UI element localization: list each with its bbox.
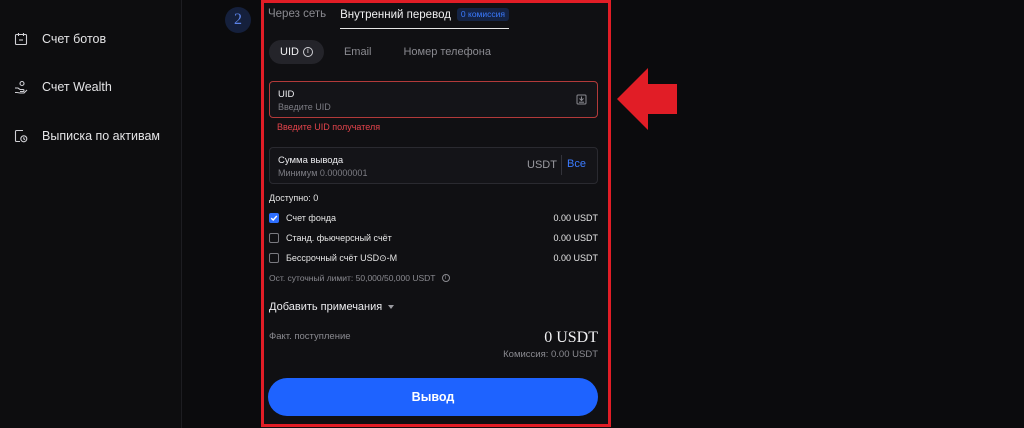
sidebar-item-label: Счет ботов xyxy=(42,32,107,46)
tab-uid-label: UID xyxy=(280,46,299,58)
tab-uid[interactable]: UID i xyxy=(269,40,324,64)
actual-receipt-value: 0 USDT xyxy=(544,329,598,346)
statement-clock-icon xyxy=(14,129,28,143)
account-amount: 0.00 USDT xyxy=(553,233,598,243)
tab-internal-transfer[interactable]: Внутренний перевод 0 комиссия xyxy=(340,8,509,29)
sidebar-item-asset-statement[interactable]: Выписка по активам xyxy=(14,125,160,147)
available-balance: Доступно: 0 xyxy=(269,193,319,203)
recipient-type-tabs: UID i Email Номер телефона xyxy=(269,40,511,64)
uid-error-message: Введите UID получателя xyxy=(277,122,381,132)
account-name: Станд. фьючерсный счёт xyxy=(286,233,392,243)
uid-field: UID xyxy=(269,81,598,118)
account-row-funding[interactable]: Счет фонда 0.00 USDT xyxy=(269,212,598,224)
sidebar-item-label: Выписка по активам xyxy=(42,129,160,143)
checkbox[interactable] xyxy=(269,233,279,243)
checkbox[interactable] xyxy=(269,253,279,263)
red-arrow-icon xyxy=(617,68,677,130)
amount-input[interactable] xyxy=(278,167,508,179)
tab-via-network[interactable]: Через сеть xyxy=(268,8,326,27)
info-icon[interactable]: i xyxy=(441,274,450,282)
calendar-bot-icon xyxy=(14,33,28,46)
step-number: 2 xyxy=(225,7,251,33)
checkbox-checked[interactable] xyxy=(269,213,279,223)
sidebar: Счет ботов Счет Wealth Выписка по актива… xyxy=(0,0,182,428)
account-name: Бессрочный счёт USD⊙-M xyxy=(286,252,398,263)
uid-field-label: UID xyxy=(278,89,295,100)
add-notes-label: Добавить примечания xyxy=(269,301,383,313)
daily-limit-text: Ост. суточный лимит: 50,000/50,000 USDT xyxy=(269,273,436,283)
sidebar-item-label: Счет Wealth xyxy=(42,80,112,94)
amount-divider xyxy=(561,155,562,175)
daily-limit: Ост. суточный лимит: 50,000/50,000 USDT … xyxy=(269,273,450,283)
info-icon[interactable]: i xyxy=(302,47,313,57)
tab-internal-transfer-label: Внутренний перевод xyxy=(340,8,451,21)
account-amount: 0.00 USDT xyxy=(553,253,598,263)
caret-down-icon xyxy=(388,305,395,309)
tab-email[interactable]: Email xyxy=(332,40,384,64)
withdraw-button[interactable]: Вывод xyxy=(268,378,598,416)
amount-field-label: Сумма вывода xyxy=(278,155,344,166)
fee-text: Комиссия: 0.00 USDT xyxy=(503,349,598,360)
sidebar-item-bot-account[interactable]: Счет ботов xyxy=(14,28,106,50)
add-notes-toggle[interactable]: Добавить примечания xyxy=(269,301,395,313)
account-row-perpetual-usdm[interactable]: Бессрочный счёт USD⊙-M 0.00 USDT xyxy=(269,252,598,264)
account-name: Счет фонда xyxy=(286,213,337,223)
actual-receipt-label: Факт. поступление xyxy=(269,331,351,342)
all-amount-button[interactable]: Все xyxy=(567,158,586,170)
check-icon xyxy=(270,215,278,221)
transfer-type-tabs: Через сеть Внутренний перевод 0 комиссия xyxy=(268,8,523,30)
account-row-standard-futures[interactable]: Станд. фьючерсный счёт 0.00 USDT xyxy=(269,232,598,244)
uid-input[interactable] xyxy=(278,101,508,113)
amount-unit: USDT xyxy=(527,159,557,171)
zero-fee-badge: 0 комиссия xyxy=(456,8,509,21)
hand-coins-icon xyxy=(15,80,28,94)
account-amount: 0.00 USDT xyxy=(553,213,598,223)
sidebar-item-wealth-account[interactable]: Счет Wealth xyxy=(14,76,112,98)
tab-phone[interactable]: Номер телефона xyxy=(391,40,502,64)
paste-icon[interactable] xyxy=(576,94,587,105)
